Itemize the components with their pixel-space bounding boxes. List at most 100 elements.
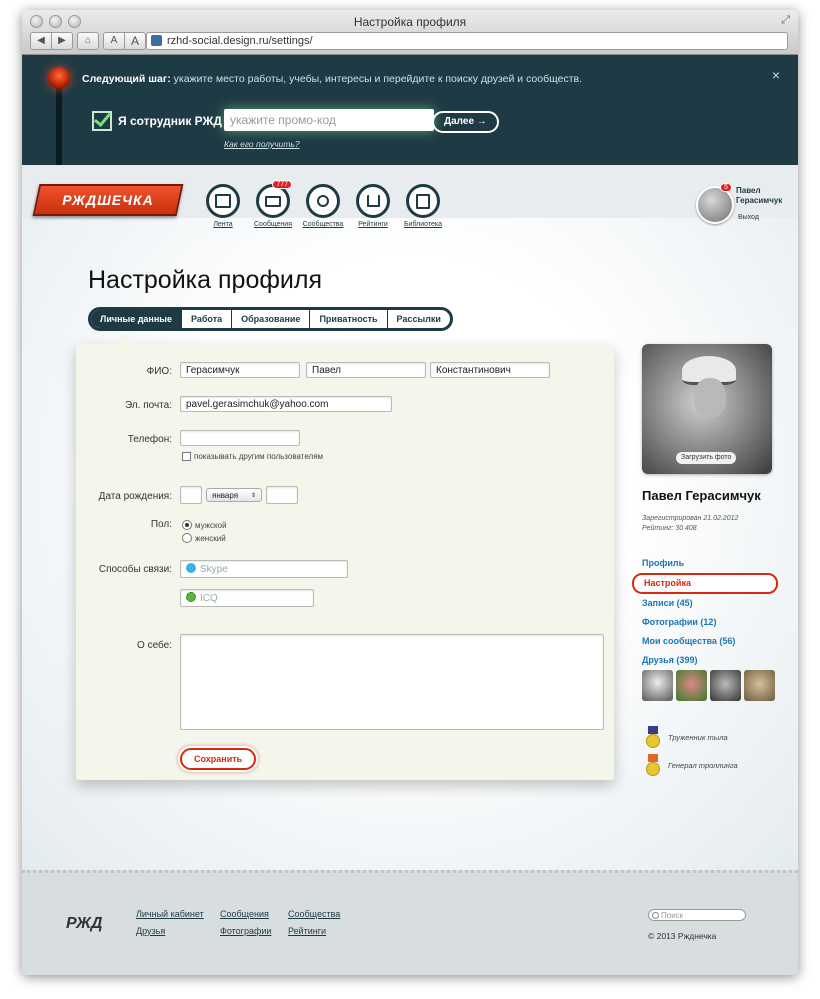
first-name-input[interactable]: Павел xyxy=(306,362,426,378)
menu-profile[interactable]: Профиль xyxy=(642,554,778,573)
menu-posts[interactable]: Записи (45) xyxy=(642,594,778,613)
footer-link-cabinet[interactable]: Личный кабинет xyxy=(136,909,204,919)
nav-item-communities[interactable]: Сообщества xyxy=(302,184,344,228)
nav-label-feed: Лента xyxy=(213,221,233,228)
gender-female-radio[interactable]: женский xyxy=(182,533,226,543)
rating-value: Рейтинг: 30 408 xyxy=(642,525,697,532)
user-widget: 5 Павел Герасимчук Выход xyxy=(696,183,792,226)
gender-male-radio[interactable]: мужской xyxy=(182,520,227,530)
employee-checkbox[interactable]: Я сотрудник РЖД xyxy=(92,111,222,131)
back-button[interactable]: ◀ xyxy=(30,32,52,50)
logo-text: РЖДШЕЧКА xyxy=(62,192,154,208)
notifications-badge[interactable]: 5 xyxy=(720,183,732,192)
communities-icon xyxy=(306,184,340,218)
mail-icon xyxy=(256,184,290,218)
nav-label-library: Библиотека xyxy=(403,221,443,228)
tab-work[interactable]: Работа xyxy=(182,310,233,328)
checkmark-icon[interactable] xyxy=(92,111,112,131)
last-name-input[interactable]: Герасимчук xyxy=(180,362,300,378)
nav-item-feed[interactable]: Лента xyxy=(202,184,244,228)
tab-privacy[interactable]: Приватность xyxy=(310,310,388,328)
profile-meta: Зарегистрирован 21.02.2012 Рейтинг: 30 4… xyxy=(642,514,738,534)
profile-photo: Загрузить фото xyxy=(642,344,772,474)
birth-month-value: января xyxy=(212,491,239,500)
messages-badge: 777 xyxy=(272,180,292,189)
font-larger-button[interactable]: A xyxy=(125,32,146,50)
next-step-body: укажите место работы, учебы, интересы и … xyxy=(170,73,583,85)
footer-link-messages[interactable]: Сообщения xyxy=(220,909,269,919)
about-label: О себе: xyxy=(137,640,172,651)
checkbox-box[interactable] xyxy=(182,452,191,461)
friend-avatar[interactable] xyxy=(710,670,741,701)
signal-light-icon xyxy=(48,67,70,89)
nav-item-library[interactable]: Библиотека xyxy=(402,184,444,228)
next-step-label: Следующий шаг: xyxy=(82,73,171,85)
radio-button[interactable] xyxy=(182,520,192,530)
email-input[interactable]: pavel.gerasimchuk@yahoo.com xyxy=(180,396,392,412)
radio-button[interactable] xyxy=(182,533,192,543)
next-step-text: Следующий шаг: укажите место работы, уче… xyxy=(82,73,582,85)
show-phone-label: показывать другим пользователям xyxy=(194,452,324,461)
footer-link-friends[interactable]: Друзья xyxy=(136,926,165,936)
copyright: © 2013 Ржднечка xyxy=(648,931,717,941)
footer-link-communities[interactable]: Сообщества xyxy=(288,909,340,919)
patronymic-input[interactable]: Константинович xyxy=(430,362,550,378)
onboarding-banner: Следующий шаг: укажите место работы, уче… xyxy=(22,55,798,165)
menu-photos[interactable]: Фотографии (12) xyxy=(642,613,778,632)
menu-communities[interactable]: Мои сообщества (56) xyxy=(642,632,778,651)
menu-friends[interactable]: Друзья (399) xyxy=(642,651,778,670)
icq-input[interactable]: ICQ xyxy=(180,589,314,607)
nav-label-messages: Сообщения xyxy=(254,221,292,228)
about-textarea[interactable] xyxy=(180,634,604,730)
footer-search-input[interactable]: Поиск xyxy=(648,909,746,921)
url-text: rzhd-social.design.ru/settings/ xyxy=(167,35,313,47)
achievement-label: Труженник тыла xyxy=(668,732,728,742)
upload-photo-button[interactable]: Загрузить фото xyxy=(676,452,737,464)
ratings-icon xyxy=(356,184,390,218)
menu-settings[interactable]: Настройка xyxy=(632,573,778,594)
friend-avatar[interactable] xyxy=(676,670,707,701)
user-name[interactable]: Павел Герасимчук xyxy=(736,186,788,206)
footer-link-photos[interactable]: Фотографии xyxy=(220,926,271,936)
browser-nav: ◀ ▶ ⌂ A A xyxy=(30,32,146,50)
birth-day-input[interactable] xyxy=(180,486,202,504)
friend-avatar[interactable] xyxy=(642,670,673,701)
home-button[interactable]: ⌂ xyxy=(77,32,99,50)
site-logo[interactable]: РЖДШЕЧКА xyxy=(32,184,184,216)
achievement: Труженник тыла xyxy=(646,726,728,748)
tab-mailings[interactable]: Рассылки xyxy=(388,310,450,328)
library-icon xyxy=(406,184,440,218)
contacts-label: Способы связи: xyxy=(98,564,172,575)
next-button[interactable]: Далее → xyxy=(432,111,499,133)
birth-month-select[interactable]: января ⇕ xyxy=(206,488,262,502)
gender-male-label: мужской xyxy=(195,520,227,530)
forward-button[interactable]: ▶ xyxy=(52,32,73,50)
settings-tabs: Личные данные Работа Образование Приватн… xyxy=(88,307,453,331)
fullscreen-icon[interactable]: ⤢ xyxy=(781,14,790,27)
feed-icon xyxy=(206,184,240,218)
logout-link[interactable]: Выход xyxy=(738,214,759,221)
show-phone-checkbox[interactable]: показывать другим пользователям xyxy=(182,452,323,461)
birth-year-input[interactable] xyxy=(266,486,298,504)
how-to-get-link[interactable]: Как его получить? xyxy=(224,139,300,149)
nav-item-messages[interactable]: 777 Сообщения xyxy=(252,180,294,228)
skype-placeholder: Skype xyxy=(200,564,228,575)
nav-item-ratings[interactable]: Рейтинги xyxy=(352,184,394,228)
profile-menu: Профиль Настройка Записи (45) Фотографии… xyxy=(632,554,778,670)
window-title: Настройка профиля xyxy=(353,15,467,29)
banner-close-icon[interactable]: × xyxy=(772,67,780,83)
email-label: Эл. почта: xyxy=(124,400,172,411)
promo-code-input[interactable]: укажите промо-код xyxy=(224,109,434,131)
select-arrows-icon: ⇕ xyxy=(250,493,256,499)
save-button[interactable]: Сохранить xyxy=(180,748,257,770)
footer-link-ratings[interactable]: Рейтинги xyxy=(288,926,326,936)
medal-icon xyxy=(646,754,660,776)
phone-input[interactable] xyxy=(180,430,300,446)
tab-personal[interactable]: Личные данные xyxy=(91,310,182,328)
tab-education[interactable]: Образование xyxy=(232,310,311,328)
address-bar[interactable]: rzhd-social.design.ru/settings/ xyxy=(146,32,788,50)
skype-input[interactable]: Skype xyxy=(180,560,348,578)
footer-logo[interactable]: РЖД xyxy=(66,915,102,933)
friend-avatar[interactable] xyxy=(744,670,775,701)
font-smaller-button[interactable]: A xyxy=(103,32,125,50)
